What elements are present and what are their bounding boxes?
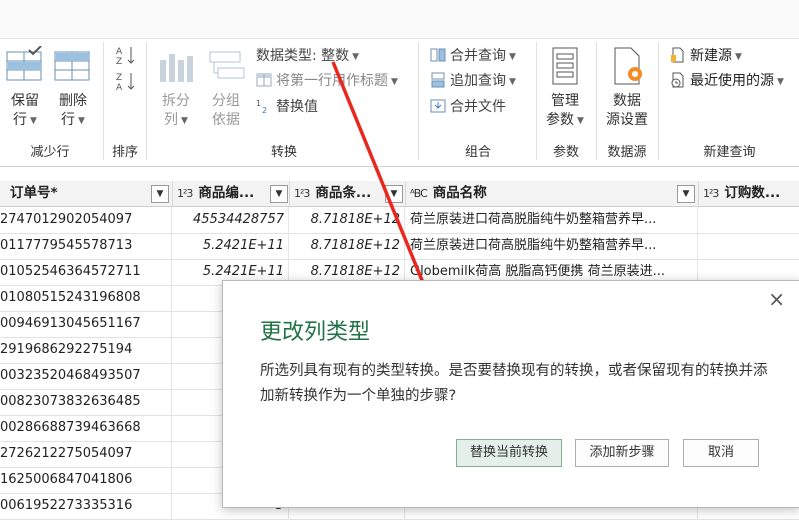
replace-current-button[interactable]: 替换当前转换 bbox=[456, 439, 562, 467]
close-icon[interactable]: × bbox=[768, 287, 785, 311]
dialog-message: 所选列具有现有的类型转换。是否要替换现有的转换，或者保留现有的转换并添加新转换作… bbox=[260, 363, 768, 404]
dialog-title: 更改列类型 bbox=[260, 320, 371, 345]
change-column-type-dialog: × 更改列类型 所选列具有现有的类型转换。是否要替换现有的转换，或者保留现有的转… bbox=[222, 280, 799, 508]
add-new-step-button[interactable]: 添加新步骤 bbox=[575, 439, 669, 467]
cancel-button[interactable]: 取消 bbox=[683, 439, 759, 467]
